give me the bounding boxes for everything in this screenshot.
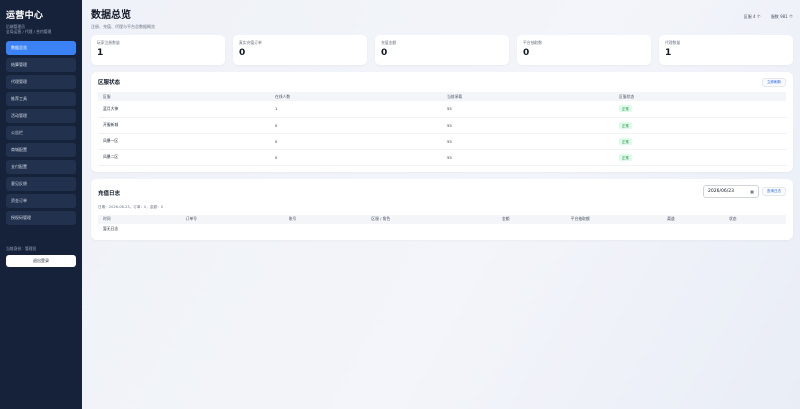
logout-button[interactable]: 退出登录 <box>6 255 76 267</box>
cell-server: 风暴二区 <box>98 149 270 166</box>
cell-status: 正常 <box>614 149 786 166</box>
cell-online: 0 <box>270 133 442 150</box>
sidebar-nav: 数据总览 结算管理 代理管理 推荐工具 活动管理 公告栏 商城配置 支付配置 意… <box>6 41 76 225</box>
page-description: 注册、充值、代理与平台总数据概览 <box>91 24 155 29</box>
sidebar-item-shop-config[interactable]: 商城配置 <box>6 143 76 157</box>
recharge-table: 时间 订单号 账号 区服 / 角色 金额 平台抽取额 渠道 状态 暂无日志 <box>98 214 786 234</box>
sidebar-item-events[interactable]: 活动管理 <box>6 109 76 123</box>
server-table: 区服 在线人数 当前承载 区服状态 蓝月大神 1 55 正常 开服新城 0 55 <box>98 92 786 166</box>
status-badge: 正常 <box>619 137 632 145</box>
page-header: 数据总览 注册、充值、代理与平台总数据概览 区服 4 个 服数 981 个 <box>91 6 793 32</box>
table-row: 风暴一区 0 55 正常 <box>98 133 786 150</box>
column-header: 平台抽取额 <box>565 214 663 224</box>
table-row: 开服新城 0 55 正常 <box>98 117 786 134</box>
refresh-button[interactable]: 立即刷新 <box>762 78 786 87</box>
sidebar-item-payment-config[interactable]: 支付配置 <box>6 160 76 174</box>
sidebar-item-auth-codes[interactable]: 授权码管理 <box>6 211 76 225</box>
column-header: 当前承载 <box>442 92 614 101</box>
calendar-icon[interactable]: ▦ <box>750 186 754 197</box>
stat-value: 1 <box>665 48 672 58</box>
table-row-empty: 暂无日志 <box>98 224 786 234</box>
panel-title: 区服状态 <box>98 80 121 86</box>
stat-card-recharge-amount: 充值金额 0 <box>375 35 509 65</box>
column-header: 时间 <box>98 214 181 224</box>
stat-value: 0 <box>239 48 246 58</box>
sidebar-item-fund-orders[interactable]: 资金订单 <box>6 194 76 208</box>
stat-value: 0 <box>381 48 388 58</box>
sidebar-item-announcements[interactable]: 公告栏 <box>6 126 76 140</box>
server-status-panel: 区服状态 立即刷新 区服 在线人数 当前承载 区服状态 蓝月大神 1 55 正常 <box>91 72 793 172</box>
stat-label: 真实充值订单 <box>239 40 262 45</box>
table-row: 蓝月大神 1 55 正常 <box>98 101 786 118</box>
table-header-row: 区服 在线人数 当前承载 区服状态 <box>98 92 786 101</box>
cell-status: 正常 <box>614 117 786 134</box>
sidebar-item-settlement[interactable]: 结算管理 <box>6 58 76 72</box>
cell-load: 55 <box>442 149 614 166</box>
column-header: 区服 <box>98 92 270 101</box>
sidebar-footer: 当前身份：管理员 退出登录 <box>6 246 76 267</box>
cell-status: 正常 <box>614 133 786 150</box>
cell-online: 1 <box>270 101 442 118</box>
stat-label: 代理数量 <box>665 40 681 45</box>
panel-title: 充值日志 <box>98 190 121 197</box>
server-count: 区服 4 个 <box>743 14 761 19</box>
table-header-row: 时间 订单号 账号 区服 / 角色 金额 平台抽取额 渠道 状态 <box>98 214 786 224</box>
sidebar-item-agents[interactable]: 代理管理 <box>6 75 76 89</box>
date-input[interactable]: 2026/06/23 ▦ <box>703 184 759 198</box>
column-header: 账号 <box>283 214 367 224</box>
recharge-log-panel: 充值日志 2026/06/23 ▦ 查询日志 日期：2026-06-23，订单：… <box>91 178 793 240</box>
stat-card-registrations: 玩家注册数量 1 <box>91 35 225 65</box>
column-header: 状态 <box>724 214 786 224</box>
sidebar-item-overview[interactable]: 数据总览 <box>6 41 76 55</box>
cell-online: 0 <box>270 117 442 134</box>
status-badge: 正常 <box>619 105 632 113</box>
column-header: 渠道 <box>662 214 725 224</box>
cell-status: 正常 <box>614 101 786 118</box>
service-count: 服数 981 个 <box>770 14 793 19</box>
brand-subtitle: 后端管理员 全局运营 / 代理 / 合约管理 <box>6 24 52 35</box>
main-content: 数据总览 注册、充值、代理与平台总数据概览 区服 4 个 服数 981 个 玩家… <box>91 6 793 240</box>
header-meta: 区服 4 个 服数 981 个 <box>744 14 793 20</box>
cell-server: 风暴一区 <box>98 133 270 150</box>
sidebar-item-feedback[interactable]: 意见反馈 <box>6 177 76 191</box>
stats-row: 玩家注册数量 1 真实充值订单 0 充值金额 0 平台抽取数 0 代理数量 1 <box>91 35 793 65</box>
cell-server: 开服新城 <box>98 117 270 134</box>
stat-value: 0 <box>523 48 530 58</box>
table-row: 风暴二区 0 55 正常 <box>98 149 786 166</box>
current-user: 当前身份：管理员 <box>6 246 37 251</box>
column-header: 区服状态 <box>614 92 786 101</box>
cell-load: 55 <box>442 101 614 118</box>
query-log-button[interactable]: 查询日志 <box>762 186 786 196</box>
column-header: 在线人数 <box>270 92 442 101</box>
column-header: 金额 <box>497 214 566 224</box>
cell-server: 蓝月大神 <box>98 101 270 118</box>
column-header: 区服 / 角色 <box>366 214 497 224</box>
brand-title: 运营中心 <box>6 11 44 21</box>
date-value: 2026/06/23 <box>708 188 734 194</box>
stat-card-real-orders: 真实充值订单 0 <box>233 35 367 65</box>
stat-label: 充值金额 <box>381 40 397 45</box>
status-badge: 正常 <box>619 153 632 161</box>
cell-load: 55 <box>442 117 614 134</box>
sidebar: 运营中心 后端管理员 全局运营 / 代理 / 合约管理 数据总览 结算管理 代理… <box>0 0 82 409</box>
stat-label: 玩家注册数量 <box>97 40 120 45</box>
recharge-summary: 日期：2026-06-23，订单：0，金额：0 <box>98 204 163 209</box>
stat-card-agents: 代理数量 1 <box>659 35 793 65</box>
stat-label: 平台抽取数 <box>523 40 542 45</box>
status-badge: 正常 <box>619 121 632 129</box>
column-header: 订单号 <box>180 214 284 224</box>
empty-message: 暂无日志 <box>103 225 119 231</box>
stat-value: 1 <box>97 48 104 58</box>
page-title: 数据总览 <box>91 10 131 21</box>
cell-load: 55 <box>442 133 614 150</box>
sidebar-item-referral-tools[interactable]: 推荐工具 <box>6 92 76 106</box>
cell-online: 0 <box>270 149 442 166</box>
stat-card-platform-cut: 平台抽取数 0 <box>517 35 651 65</box>
